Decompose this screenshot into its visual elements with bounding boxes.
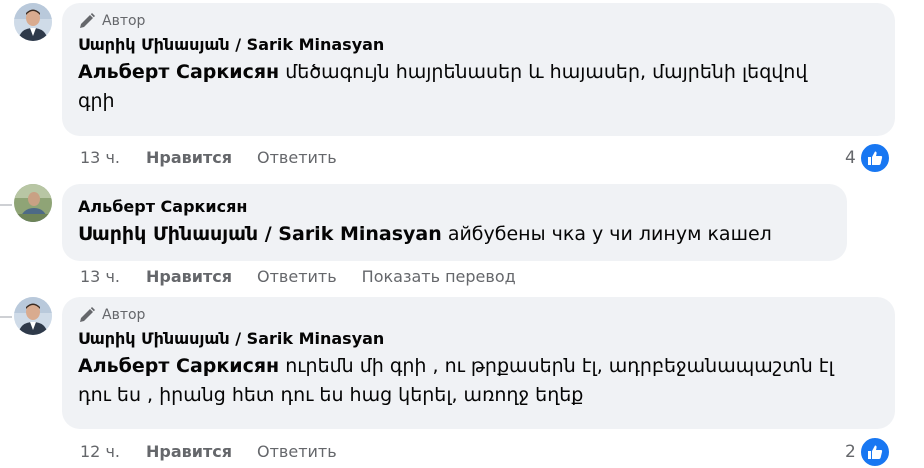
- comment-text: Սարիկ Մինասյան / Sarik Minasyan айбубены…: [78, 220, 831, 249]
- avatar-albert-sarkisyan[interactable]: [14, 184, 52, 222]
- author-badge: Автор: [78, 305, 879, 325]
- comment-actions: 13 ч. Нравится Ответить Показать перевод: [80, 265, 541, 287]
- reaction-summary[interactable]: 4: [845, 142, 891, 174]
- like-button[interactable]: Нравится: [146, 442, 232, 461]
- comment-actions: 13 ч. Нравится Ответить: [80, 146, 362, 168]
- comment-author-name[interactable]: Սարիկ Մինասյան / Sarik Minasyan: [78, 34, 879, 56]
- show-translation-button[interactable]: Показать перевод: [362, 267, 516, 286]
- reaction-count: 4: [845, 148, 856, 168]
- mention-link[interactable]: Սարիկ Մինասյան / Sarik Minasyan: [78, 223, 442, 245]
- reply-button[interactable]: Ответить: [257, 148, 337, 167]
- comment-time[interactable]: 13 ч.: [80, 148, 120, 167]
- pencil-icon: [80, 13, 95, 28]
- comment-text-line: գրի: [78, 90, 115, 112]
- like-button[interactable]: Нравится: [146, 148, 232, 167]
- comment-bubble: Автор Սարիկ Մինասյան / Sarik Minasyan Ал…: [62, 297, 895, 429]
- comment-text-line: ուրեմն մի գրի , ու թրքասերն էլ, ադրբեջան…: [285, 355, 834, 377]
- reaction-summary[interactable]: 2: [845, 436, 891, 468]
- author-badge-label: Автор: [102, 307, 146, 323]
- comment-text-line: դու ես , իրանց հետ դու ես հաց կերել, առո…: [78, 384, 584, 406]
- comment-time[interactable]: 12 ч.: [80, 442, 120, 461]
- thread-line: [0, 204, 12, 206]
- like-icon: [858, 436, 891, 468]
- comment-text-line: մեծագույն հայրենասեր և հայասեր, մայրենի …: [285, 61, 808, 83]
- avatar-sarik-minasyan[interactable]: [14, 297, 52, 335]
- reply-button[interactable]: Ответить: [257, 442, 337, 461]
- reaction-count: 2: [845, 442, 856, 462]
- like-button[interactable]: Нравится: [146, 267, 232, 286]
- reply-button[interactable]: Ответить: [257, 267, 337, 286]
- comment-text: Альберт Саркисян ուրեմն մի գրի , ու թրքա…: [78, 352, 879, 410]
- like-icon: [858, 142, 891, 174]
- thread-line: [0, 316, 12, 318]
- mention-link[interactable]: Альберт Саркисян: [78, 355, 279, 377]
- author-badge: Автор: [78, 11, 879, 31]
- comment-text-line: айбубены чка у чи линум кашел: [447, 223, 772, 245]
- comment-time[interactable]: 13 ч.: [80, 267, 120, 286]
- comment-author-name[interactable]: Альберт Саркисян: [78, 196, 831, 218]
- comment-bubble: Альберт Саркисян Սարիկ Մինասյան / Sarik …: [62, 184, 847, 261]
- author-badge-label: Автор: [102, 13, 146, 29]
- comment-bubble: Автор Սարիկ Մինասյան / Sarik Minasyan Ал…: [62, 3, 895, 136]
- comment-author-name[interactable]: Սարիկ Մինասյան / Sarik Minasyan: [78, 328, 879, 350]
- mention-link[interactable]: Альберт Саркисян: [78, 61, 279, 83]
- avatar-sarik-minasyan[interactable]: [14, 3, 52, 41]
- pencil-icon: [80, 307, 95, 322]
- comment-actions: 12 ч. Нравится Ответить: [80, 440, 362, 462]
- comment-text: Альберт Саркисян մեծագույն հայրենասեր և …: [78, 58, 879, 116]
